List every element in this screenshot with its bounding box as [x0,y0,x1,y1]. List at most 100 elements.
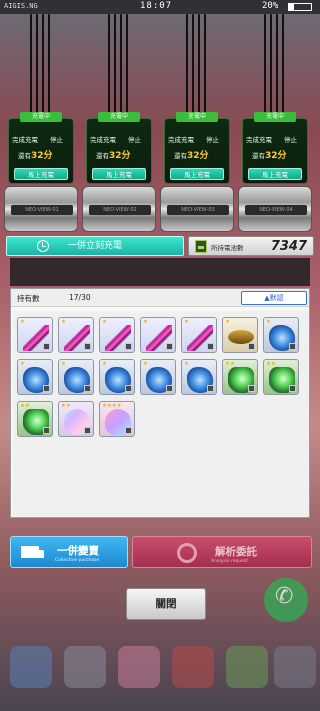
charging-status-tag: 充電中 [254,112,296,122]
analysis-request-sublabel: Analysis request [211,559,249,564]
rarity-stars: ★ [102,319,107,325]
stop-button[interactable]: 停止 [206,134,219,144]
analysis-request-button[interactable]: 解析委託 Analysis request [132,536,312,568]
analysis-request-label: 解析委託 [215,546,257,558]
rank-badge [125,385,132,392]
app-icon [118,646,160,688]
charger-header-row: 完成充電 停止 [168,134,219,144]
remaining-value: 32分 [109,151,131,161]
phone-icon [264,578,308,622]
stop-button[interactable]: 停止 [128,134,141,144]
rank-badge [289,343,296,350]
inventory-item[interactable]: ★ [99,359,135,395]
charger-slot-1: 充電中 完成充電 停止 還有32分 馬上充電 NEO-VIEW-01 [4,112,78,234]
inventory-item[interactable]: ★ [222,317,258,353]
rank-badge [84,427,91,434]
charge-all-label: 一併立刻充電 [67,241,122,251]
rank-badge [84,343,91,350]
rank-badge [43,427,50,434]
rank-badge [84,385,91,392]
complete-label: 完成充電 [168,136,194,144]
rank-badge [125,343,132,350]
inventory-item[interactable]: ★ [140,359,176,395]
rarity-stars: ★ [184,319,189,325]
charge-now-button[interactable]: 馬上充電 [14,168,68,180]
charge-now-button[interactable]: 馬上充電 [248,168,302,180]
bulk-sell-button[interactable]: 一併變賣 Collective purchase [10,536,128,568]
bulk-sell-label: 一併變賣 [57,545,99,557]
rarity-stars: ★ [20,319,25,325]
rank-badge [248,385,255,392]
charger-header-row: 完成充電 停止 [246,134,297,144]
device-code: NEO-VIEW-04 [245,205,307,215]
stop-button[interactable]: 停止 [284,134,297,144]
battery-status-icon [288,3,312,11]
clock-icon [37,240,49,252]
rank-badge [43,385,50,392]
remaining-value: 32分 [31,151,53,161]
rank-badge [125,427,132,434]
app-icon [172,646,214,688]
inventory-item[interactable]: ★ [181,359,217,395]
rank-badge [207,385,214,392]
inventory-item[interactable]: ★★ [58,401,94,437]
inventory-grid: ★ ★ ★ ★ ★ ★ ★ ★ ★ ★ ★ ★ ★★ ★★ ★★ ★★ ★★★★ [13,311,309,516]
charge-all-button[interactable]: 一併立刻充電 [6,236,184,256]
rarity-stars: ★ [184,361,189,367]
charging-status-tag: 充電中 [176,112,218,122]
inventory-item[interactable]: ★★ [222,359,258,395]
charger-base: NEO-VIEW-01 [4,186,78,232]
inventory-item[interactable]: ★ [17,317,53,353]
app-icon [64,646,106,688]
rarity-stars: ★ [266,319,271,325]
status-bar: AIGIS.NG 18:07 20% [0,0,320,14]
app-icon [226,646,268,688]
rarity-stars: ★ [143,361,148,367]
charger-base: NEO-VIEW-02 [82,186,156,232]
charge-action-bar: 一併立刻充電 所持電池數 7347 [6,236,314,256]
carrier-label: AIGIS.NG [4,2,38,10]
rank-badge [43,343,50,350]
bulk-sell-sublabel: Collective purchase [55,558,100,563]
sort-button[interactable]: ▲默認 [241,291,307,305]
stop-button[interactable]: 停止 [50,134,63,144]
battery-icon [195,240,207,253]
rank-badge [166,385,173,392]
battery-stock-label: 所持電池數 [211,244,244,252]
inventory-item[interactable]: ★★ [17,401,53,437]
battery-stock-value: 7347 [270,239,307,254]
rank-badge [289,385,296,392]
charge-now-button[interactable]: 馬上充電 [92,168,146,180]
inventory-item[interactable]: ★ [58,359,94,395]
remaining-value: 32分 [187,151,209,161]
charge-now-button[interactable]: 馬上充電 [170,168,224,180]
close-button[interactable]: 關閉 [126,588,206,620]
rarity-stars: ★★ [61,403,71,409]
inventory-item[interactable]: ★ [99,317,135,353]
charger-base: NEO-VIEW-04 [238,186,312,232]
inventory-item[interactable]: ★ [140,317,176,353]
rarity-stars: ★ [20,361,25,367]
truck-icon [21,546,44,558]
app-icon [10,646,52,688]
complete-label: 完成充電 [12,136,38,144]
rank-badge [166,343,173,350]
inventory-header: 持有數 17/30 ▲默認 [11,289,309,307]
inventory-item[interactable]: ★ [17,359,53,395]
app-icon [274,646,316,688]
inventory-item[interactable]: ★ [181,317,217,353]
charger-header-row: 完成充電 停止 [90,134,141,144]
inventory-item[interactable]: ★★★★ [99,401,135,437]
remaining-value: 32分 [265,151,287,161]
charger-slot-2: 充電中 完成充電 停止 還有32分 馬上充電 NEO-VIEW-02 [82,112,156,234]
inventory-item[interactable]: ★ [263,317,299,353]
remaining-time: 還有32分 [18,151,53,161]
inventory-item[interactable]: ★ [58,317,94,353]
remaining-time: 還有32分 [96,151,131,161]
complete-label: 完成充電 [246,136,272,144]
inventory-panel: 持有數 17/30 ▲默認 ★ ★ ★ ★ ★ ★ ★ ★ ★ ★ ★ ★ ★★ ★★ ★★ ★★ ★★★★ [10,288,310,518]
device-code: NEO-VIEW-01 [11,205,73,215]
inventory-item[interactable]: ★★ [263,359,299,395]
remaining-time: 還有32分 [174,151,209,161]
clock-time: 18:07 [140,1,173,11]
